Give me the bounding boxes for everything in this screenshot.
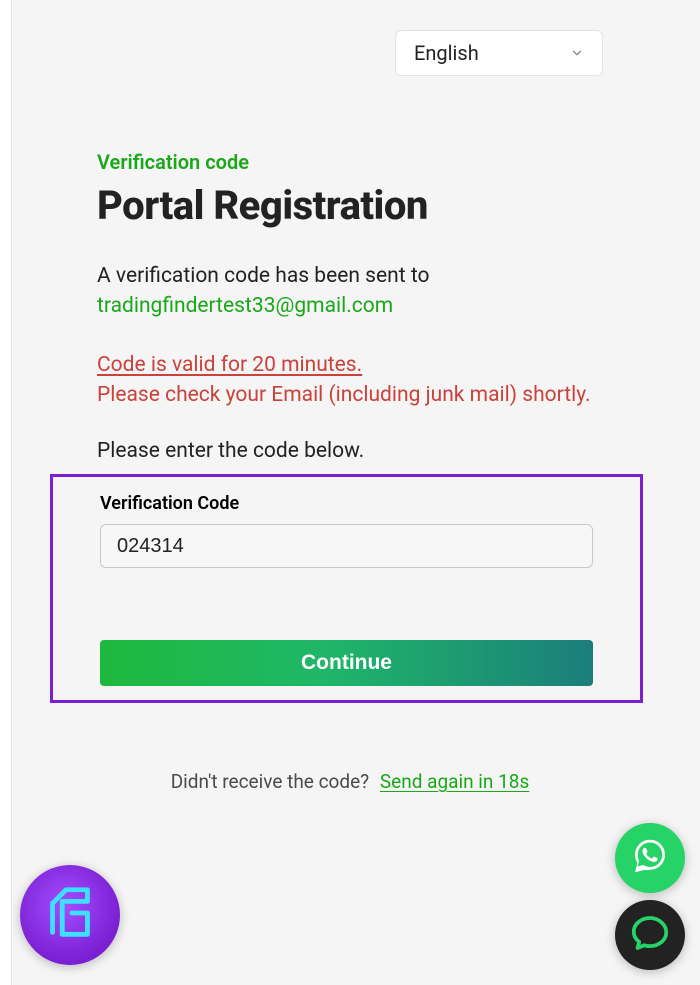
whatsapp-fab[interactable] — [615, 823, 685, 893]
eyebrow-label: Verification code — [97, 150, 603, 174]
whatsapp-icon — [630, 836, 670, 880]
language-select[interactable]: English — [395, 30, 603, 76]
verification-code-input[interactable] — [100, 524, 593, 568]
resend-prefix: Didn't receive the code? — [171, 770, 369, 793]
resend-row: Didn't receive the code? Send again in 1… — [0, 770, 700, 793]
sent-to-email: tradingfindertest33@gmail.com — [97, 294, 393, 318]
verification-form: Verification Code Continue — [53, 477, 640, 686]
language-selected-label: English — [414, 41, 479, 65]
content-container: Verification code Portal Registration A … — [97, 150, 603, 463]
page-title: Portal Registration — [97, 182, 603, 229]
continue-button[interactable]: Continue — [100, 640, 593, 686]
code-field-label: Verification Code — [100, 493, 593, 514]
brand-fab[interactable] — [20, 865, 120, 965]
validity-alert: Code is valid for 20 minutes. Please che… — [97, 350, 603, 411]
chevron-down-icon — [570, 46, 584, 60]
verification-form-highlight: Verification Code Continue — [50, 474, 643, 703]
chat-bubble-icon — [630, 913, 670, 957]
check-email-line: Please check your Email (including junk … — [97, 383, 591, 407]
enter-code-prompt: Please enter the code below. — [97, 439, 603, 463]
validity-duration: Code is valid for 20 minutes. — [97, 353, 362, 377]
sent-to-prefix: A verification code has been sent to — [97, 264, 429, 288]
resend-link[interactable]: Send again in 18s — [380, 770, 529, 793]
left-gutter — [0, 0, 12, 985]
sent-to-line: A verification code has been sent to tra… — [97, 261, 603, 322]
chat-fab[interactable] — [615, 900, 685, 970]
brand-logo-icon — [39, 882, 101, 948]
